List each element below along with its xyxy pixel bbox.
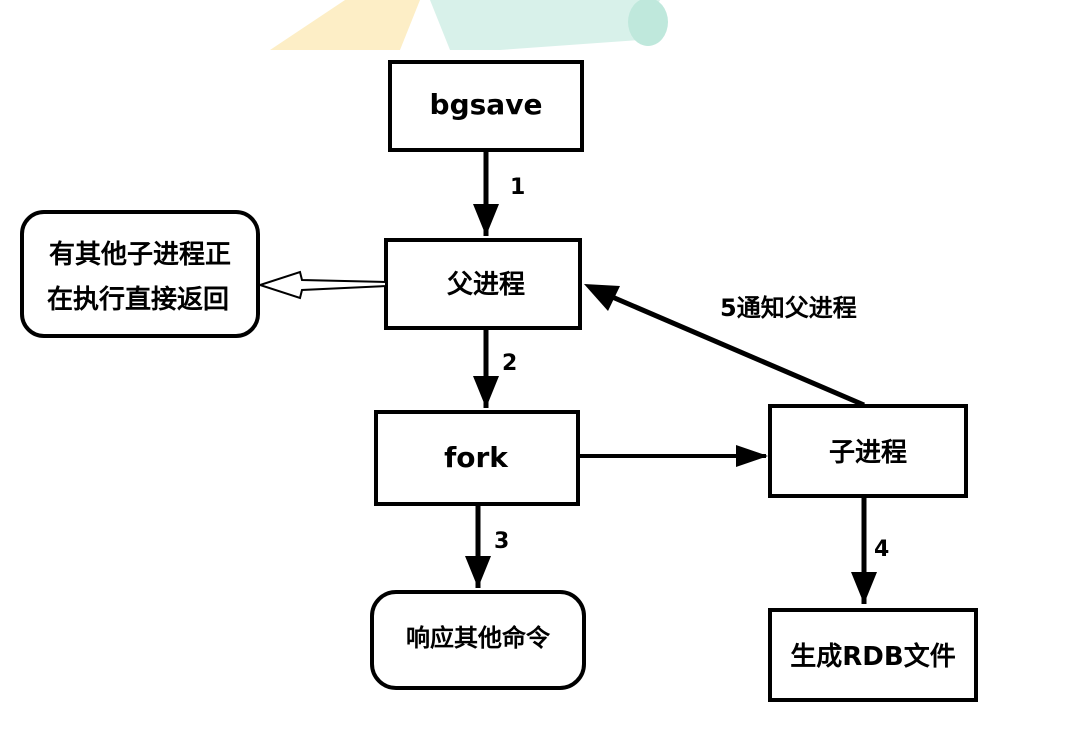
child-process-label: 子进程: [829, 438, 907, 468]
step-4-label: 4: [874, 537, 889, 562]
edge-bgsave-to-parent: 1: [473, 152, 525, 236]
edge-parent-to-busy: [256, 270, 387, 300]
bgsave-flow-diagram: bgsave 1 父进程 有其他子进程正 在执行直接返回 2 fork 子进程 …: [20, 0, 978, 702]
edge-fork-to-child: [580, 445, 768, 467]
fork-node: fork: [374, 410, 580, 506]
teal-banner-shape: [430, 0, 660, 50]
yellow-banner-shape: [270, 0, 420, 50]
fork-label: fork: [444, 441, 509, 474]
step-2-label: 2: [502, 351, 517, 376]
busy-return-label-line1: 有其他子进程正: [49, 240, 231, 270]
teal-banner-edge: [628, 0, 668, 46]
bgsave-label: bgsave: [430, 88, 543, 121]
step-3-label: 3: [494, 529, 509, 554]
edge-child-to-rdb: 4: [851, 498, 889, 604]
step-1-label: 1: [510, 175, 525, 200]
busy-return-label-line2: 在执行直接返回: [47, 284, 229, 315]
child-process-node: 子进程: [768, 404, 968, 498]
step-5-label: 5通知父进程: [720, 294, 857, 322]
edge-fork-to-respond: 3: [465, 506, 509, 588]
rdb-file-label: 生成RDB文件: [790, 641, 955, 672]
respond-commands-label: 响应其他命令: [406, 624, 551, 652]
edge-parent-to-fork: 2: [473, 330, 517, 408]
parent-process-node: 父进程: [384, 238, 582, 330]
edge-child-to-parent: 5通知父进程: [584, 284, 865, 408]
respond-commands-node: 响应其他命令: [370, 590, 586, 690]
bgsave-node: bgsave: [388, 60, 584, 152]
parent-process-label: 父进程: [447, 270, 525, 300]
header-decoration: [270, 0, 668, 50]
rdb-file-node: 生成RDB文件: [768, 608, 978, 702]
busy-return-node: 有其他子进程正 在执行直接返回: [20, 210, 260, 338]
